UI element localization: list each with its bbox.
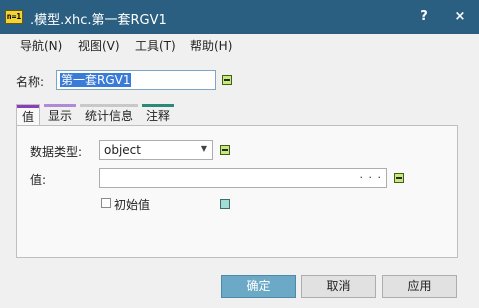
initial-value-checkbox[interactable] bbox=[101, 198, 111, 208]
data-type-edit-button[interactable] bbox=[220, 145, 230, 155]
app-icon: n=1 bbox=[5, 10, 23, 24]
tab-value-label: 值 bbox=[21, 110, 34, 124]
name-input[interactable]: 第一套RGV1 bbox=[56, 70, 216, 90]
help-button[interactable]: ? bbox=[414, 8, 434, 26]
data-type-label: 数据类型: bbox=[30, 145, 83, 159]
value-label: 值: bbox=[30, 173, 47, 187]
initial-value-label: 初始值 bbox=[114, 198, 151, 212]
tab-comment-label: 注释 bbox=[145, 109, 170, 123]
menu-navigate[interactable]: 导航(N) bbox=[20, 37, 62, 54]
initial-value-button[interactable] bbox=[220, 199, 230, 209]
tab-statistics-label: 统计信息 bbox=[84, 109, 133, 123]
menu-help[interactable]: 帮助(H) bbox=[190, 37, 232, 54]
value-edit-button[interactable] bbox=[394, 173, 404, 183]
tab-statistics-color bbox=[80, 104, 138, 107]
tab-display-color bbox=[44, 104, 76, 107]
tab-statistics[interactable]: 统计信息 bbox=[80, 104, 138, 126]
chevron-down-icon: ▼ bbox=[200, 144, 207, 153]
tab-comment[interactable]: 注释 bbox=[142, 104, 174, 126]
title-bar: n=1 .模型.xhc.第一套RGV1 ? × bbox=[0, 0, 479, 34]
value-input[interactable]: · · · bbox=[99, 168, 387, 188]
menu-bar: 导航(N) 视图(V) 工具(T) 帮助(H) bbox=[0, 34, 479, 54]
tab-panel bbox=[16, 125, 458, 258]
tab-value-color bbox=[17, 105, 39, 108]
menu-view[interactable]: 视图(V) bbox=[78, 37, 120, 54]
menu-tools[interactable]: 工具(T) bbox=[135, 37, 176, 54]
close-button[interactable]: × bbox=[450, 8, 470, 26]
tab-display[interactable]: 显示 bbox=[44, 104, 76, 126]
data-type-select[interactable]: object ▼ bbox=[99, 140, 213, 160]
tab-comment-color bbox=[142, 104, 174, 107]
data-type-value: object bbox=[104, 143, 141, 157]
apply-button[interactable]: 应用 bbox=[382, 275, 457, 298]
tab-display-label: 显示 bbox=[47, 109, 72, 123]
cancel-button[interactable]: 取消 bbox=[301, 275, 376, 298]
window-title: .模型.xhc.第一套RGV1 bbox=[30, 13, 167, 28]
ok-button[interactable]: 确定 bbox=[221, 275, 296, 298]
tab-value[interactable]: 值 bbox=[16, 104, 40, 126]
ellipsis-icon[interactable]: · · · bbox=[360, 171, 382, 184]
name-input-value: 第一套RGV1 bbox=[60, 73, 132, 87]
name-label: 名称: bbox=[16, 75, 45, 89]
name-edit-button[interactable] bbox=[222, 75, 232, 85]
